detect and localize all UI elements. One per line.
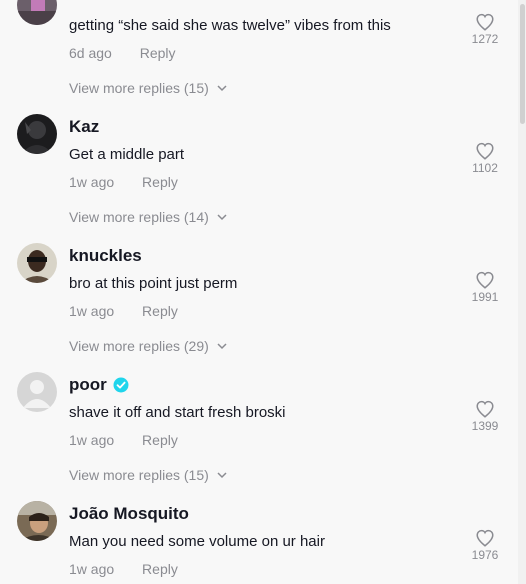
- view-replies-label: View more replies (14): [69, 209, 209, 225]
- heart-icon: [476, 13, 494, 31]
- username-text[interactable]: .: [69, 0, 74, 3]
- reply-button[interactable]: Reply: [142, 432, 178, 448]
- comment-meta: 1w ago Reply: [69, 561, 178, 577]
- like-count: 1991: [471, 290, 499, 304]
- comment-username[interactable]: Kaz: [69, 117, 99, 137]
- comment-time: 1w ago: [69, 561, 115, 577]
- comment-item: . getting “she said she was twelve” vibe…: [0, 0, 510, 114]
- like-count: 1399: [471, 419, 499, 433]
- view-replies-label: View more replies (15): [69, 80, 209, 96]
- like-button[interactable]: 1991: [468, 271, 502, 304]
- comment-meta: 1w ago Reply: [69, 174, 178, 190]
- comment-text: Man you need some volume on ur hair: [69, 533, 325, 550]
- chevron-down-icon: [217, 342, 227, 349]
- comment-username[interactable]: João Mosquito: [69, 504, 189, 524]
- like-button[interactable]: 1399: [468, 400, 502, 433]
- scrollbar-thumb[interactable]: [520, 4, 525, 124]
- comment-item: Kaz Get a middle part 1w ago Reply View …: [0, 114, 510, 243]
- avatar[interactable]: [17, 372, 57, 412]
- chevron-down-icon: [217, 84, 227, 91]
- verified-badge-icon: [113, 377, 129, 393]
- heart-icon: [476, 271, 494, 289]
- comment-username[interactable]: .: [69, 0, 74, 3]
- comment-time: 1w ago: [69, 174, 115, 190]
- comment-item: João Mosquito Man you need some volume o…: [0, 501, 510, 584]
- comment-item: poor shave it off and start fresh broski…: [0, 372, 510, 501]
- comment-meta: 1w ago Reply: [69, 303, 178, 319]
- username-text[interactable]: João Mosquito: [69, 504, 189, 524]
- reply-button[interactable]: Reply: [142, 561, 178, 577]
- comment-meta: 6d ago Reply: [69, 45, 176, 61]
- username-text[interactable]: knuckles: [69, 246, 142, 266]
- view-replies-label: View more replies (15): [69, 467, 209, 483]
- view-replies-button[interactable]: View more replies (15): [69, 467, 227, 483]
- comment-time: 1w ago: [69, 432, 115, 448]
- like-button[interactable]: 1272: [468, 13, 502, 46]
- avatar[interactable]: [17, 0, 57, 25]
- comment-text: bro at this point just perm: [69, 275, 238, 292]
- comment-meta: 1w ago Reply: [69, 432, 178, 448]
- avatar[interactable]: [17, 114, 57, 154]
- comment-item: knuckles bro at this point just perm 1w …: [0, 243, 510, 372]
- reply-button[interactable]: Reply: [142, 303, 178, 319]
- comment-username[interactable]: knuckles: [69, 246, 142, 266]
- view-replies-button[interactable]: View more replies (15): [69, 80, 227, 96]
- like-count: 1976: [471, 548, 499, 562]
- like-count: 1102: [472, 161, 498, 175]
- like-count: 1272: [471, 32, 499, 46]
- like-button[interactable]: 1102: [468, 142, 502, 175]
- comment-time: 1w ago: [69, 303, 115, 319]
- reply-button[interactable]: Reply: [140, 45, 176, 61]
- avatar[interactable]: [17, 243, 57, 283]
- avatar[interactable]: [17, 501, 57, 541]
- username-text[interactable]: poor: [69, 375, 107, 395]
- view-replies-button[interactable]: View more replies (29): [69, 338, 227, 354]
- scrollbar-track[interactable]: [518, 0, 526, 584]
- comment-text: Get a middle part: [69, 146, 185, 163]
- comment-text: shave it off and start fresh broski: [69, 404, 286, 421]
- comment-time: 6d ago: [69, 45, 112, 61]
- chevron-down-icon: [217, 471, 227, 478]
- heart-icon: [476, 529, 494, 547]
- comments-panel: . getting “she said she was twelve” vibe…: [0, 0, 526, 584]
- like-button[interactable]: 1976: [468, 529, 502, 562]
- comment-text: getting “she said she was twelve” vibes …: [69, 17, 391, 34]
- chevron-down-icon: [217, 213, 227, 220]
- heart-icon: [476, 400, 494, 418]
- heart-icon: [476, 142, 494, 160]
- comment-username[interactable]: poor: [69, 375, 129, 395]
- username-text[interactable]: Kaz: [69, 117, 99, 137]
- reply-button[interactable]: Reply: [142, 174, 178, 190]
- view-replies-button[interactable]: View more replies (14): [69, 209, 227, 225]
- view-replies-label: View more replies (29): [69, 338, 209, 354]
